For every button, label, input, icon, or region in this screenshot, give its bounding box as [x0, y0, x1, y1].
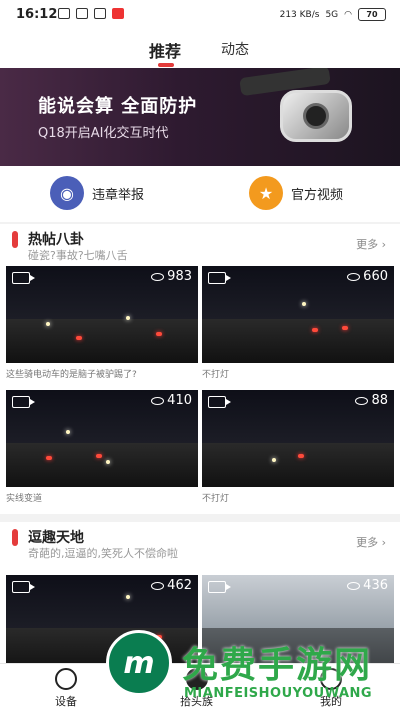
eye-icon: [151, 581, 165, 590]
official-video-label: 官方视频: [291, 187, 344, 203]
eye-icon: [355, 396, 369, 405]
video-caption: 实线变道: [6, 494, 43, 504]
nav-mine[interactable]: 我的: [320, 668, 342, 709]
video-caption: 不打灯: [202, 370, 230, 380]
view-count: 88: [355, 393, 388, 408]
status-right: 213 KB/s 5G ◠ 70: [280, 8, 386, 21]
eye-icon: [151, 396, 165, 405]
section-subtitle: 碰瓷?事故?七嘴八舌: [28, 249, 128, 262]
nav-heads-up-label: 拾头族: [180, 695, 213, 708]
banner-headline: 能说会算 全面防护: [38, 96, 198, 117]
wifi-icon: ◠: [344, 9, 352, 20]
section-header: 热帖八卦 碰瓷?事故?七嘴八舌 更多 ›: [0, 224, 400, 266]
bottom-nav: 设备 拾头族 我的: [0, 663, 400, 711]
chevron-right-icon: ›: [381, 536, 386, 549]
video-camera-icon: [12, 272, 35, 284]
star-badge-icon: ★: [249, 176, 283, 210]
video-card[interactable]: 983 这些骑电动车的是脑子被驴踢了?: [6, 266, 198, 380]
community-icon: [185, 668, 208, 690]
battery-icon: 70: [358, 8, 386, 21]
video-thumbnail: 983: [6, 266, 198, 363]
tab-feed[interactable]: 动态: [221, 39, 249, 59]
video-camera-icon: [12, 581, 35, 593]
view-count: 660: [347, 269, 388, 284]
top-tabs: 推荐 动态: [0, 30, 400, 68]
video-camera-icon: [208, 272, 231, 284]
more-link[interactable]: 更多 ›: [356, 534, 386, 550]
video-card[interactable]: 410 实线变道: [6, 390, 198, 504]
video-card[interactable]: 462: [6, 575, 198, 672]
video-card[interactable]: 88 不打灯: [202, 390, 394, 504]
view-count: 410: [151, 393, 192, 408]
hot-posts-section: 热帖八卦 碰瓷?事故?七嘴八舌 更多 › 983 这些骑电动车的是脑子被驴踢了?…: [0, 224, 400, 514]
video-camera-icon: [208, 581, 231, 593]
notification-icon: [58, 8, 70, 19]
more-label: 更多: [356, 238, 379, 251]
more-label: 更多: [356, 536, 379, 549]
view-count: 436: [347, 578, 388, 593]
section-title: 逗趣天地: [28, 530, 84, 546]
nav-mine-label: 我的: [320, 695, 342, 708]
section-marker: [12, 231, 18, 248]
view-count: 983: [151, 269, 192, 284]
camera-icon: [55, 668, 77, 690]
more-link[interactable]: 更多 ›: [356, 236, 386, 252]
video-caption: 这些骑电动车的是脑子被驴踢了?: [6, 370, 137, 380]
tab-indicator: [158, 63, 174, 67]
video-camera-icon: [208, 396, 231, 408]
video-thumbnail: 88: [202, 390, 394, 487]
nav-device[interactable]: 设备: [55, 668, 77, 709]
report-violation-button[interactable]: ◉ 违章举报: [50, 176, 144, 210]
video-thumbnail: 462: [6, 575, 198, 672]
eye-icon: [347, 272, 361, 281]
network-type: 5G: [325, 9, 339, 20]
video-camera-icon: [12, 396, 35, 408]
dashcam-image: [280, 90, 352, 142]
status-bar: 16:12 213 KB/s 5G ◠ 70: [0, 0, 400, 30]
shield-badge-icon: ◉: [50, 176, 84, 210]
official-video-button[interactable]: ★ 官方视频: [249, 176, 343, 210]
notification-icons: [58, 8, 124, 19]
eye-icon: [151, 272, 165, 281]
status-time: 16:12: [16, 7, 58, 22]
chevron-right-icon: ›: [381, 238, 386, 251]
tab-recommend[interactable]: 推荐: [149, 38, 181, 62]
network-speed: 213 KB/s: [279, 9, 320, 20]
video-thumbnail: 436: [202, 575, 394, 672]
video-caption: 不打灯: [202, 494, 230, 504]
user-icon: [320, 668, 342, 690]
lens-image: [303, 103, 329, 129]
nav-heads-up[interactable]: 拾头族: [180, 668, 213, 709]
promo-banner[interactable]: 能说会算 全面防护 Q18开启AI化交互时代: [0, 68, 400, 166]
video-thumbnail: 660: [202, 266, 394, 363]
notification-icon: [112, 8, 124, 19]
fun-section: 逗趣天地 奇葩的,逗逼的,笑死人不偿命啦 更多 › 462 436: [0, 522, 400, 682]
section-title: 热帖八卦: [28, 232, 84, 248]
section-marker: [12, 529, 18, 546]
video-card[interactable]: 660 不打灯: [202, 266, 394, 380]
video-card[interactable]: 436: [202, 575, 394, 672]
video-thumbnail: 410: [6, 390, 198, 487]
notification-icon: [76, 8, 88, 19]
eye-icon: [347, 581, 361, 590]
report-violation-label: 违章举报: [92, 187, 145, 203]
quick-actions: ◉ 违章举报 ★ 官方视频: [0, 166, 400, 222]
notification-icon: [94, 8, 106, 19]
section-header: 逗趣天地 奇葩的,逗逼的,笑死人不偿命啦 更多 ›: [0, 522, 400, 564]
nav-device-label: 设备: [55, 695, 77, 708]
view-count: 462: [151, 578, 192, 593]
banner-subline: Q18开启AI化交互时代: [38, 126, 169, 141]
section-subtitle: 奇葩的,逗逼的,笑死人不偿命啦: [28, 547, 178, 560]
